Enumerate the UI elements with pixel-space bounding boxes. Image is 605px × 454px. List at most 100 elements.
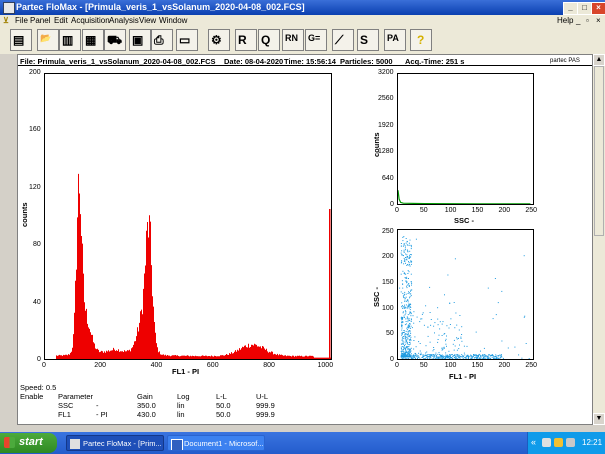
tray-expand-icon[interactable]: « [531, 437, 536, 447]
scroll-thumb[interactable] [594, 66, 604, 236]
scatter-x-label: FL1 - PI [449, 372, 477, 381]
x-tick-label: 400 [150, 362, 163, 369]
y-tick-label: 80 [33, 241, 41, 249]
y-tick-label: 200 [29, 69, 41, 76]
x-tick-label: 200 [498, 362, 511, 369]
y-tick-label: 150 [382, 278, 394, 286]
print-button[interactable]: ⎙ [151, 29, 173, 51]
region-rn-icon: RN [285, 33, 298, 43]
taskbar: start Partec FloMax - [Prim... Document1… [0, 432, 605, 454]
param-fl1-ll: 50.0 [216, 410, 231, 419]
task-flomax-label: Partec FloMax - [Prim... [83, 439, 162, 448]
x-tick-label: 250 [525, 362, 537, 369]
open-file-icon: 📂 [40, 33, 52, 43]
mdi-restore-button[interactable]: ▫ [586, 16, 589, 25]
print-setup-button[interactable]: ▤ [10, 29, 32, 51]
print-setup-icon: ▤ [13, 33, 25, 47]
y-tick-label: 250 [382, 227, 394, 235]
region-r-button[interactable]: R [235, 29, 257, 51]
open-batch-button[interactable]: ▦ [82, 29, 104, 51]
menu-analysis[interactable]: Analysis [109, 16, 139, 25]
ploidy-analysis-button[interactable]: PA [384, 29, 406, 51]
open-batch-icon: ▦ [85, 33, 97, 47]
instrument-settings-button[interactable]: ⚙ [208, 29, 230, 51]
menu-edit[interactable]: Edit [54, 16, 68, 25]
mdi-close-button[interactable]: × [596, 16, 601, 25]
ploidy-analysis-icon: PA [387, 33, 399, 43]
param-fl1-ul: 999.9 [256, 410, 275, 419]
param-ssc-suffix: - [96, 401, 99, 410]
minimize-button[interactable]: _ [563, 2, 578, 15]
fl1-histogram-plot[interactable] [44, 73, 332, 360]
x-tick-label: 150 [471, 362, 484, 369]
y-tick-label: 0 [37, 356, 41, 363]
statistics-icon: S [360, 33, 369, 47]
close-button[interactable]: × [591, 2, 605, 15]
scroll-up-button[interactable]: ▲ [593, 54, 605, 66]
peak-analysis-icon: ⟋ [335, 33, 344, 47]
x-tick-label: 100 [444, 207, 457, 214]
x-tick-label: 0 [395, 207, 399, 214]
menu-panel[interactable]: Panel [30, 16, 50, 25]
histogram-y-label: counts [20, 202, 29, 227]
vertical-scrollbar[interactable]: ▲ ▼ [593, 54, 605, 425]
x-tick-label: 200 [94, 362, 106, 369]
maximize-button[interactable]: □ [577, 2, 592, 15]
y-tick-label: 3200 [378, 69, 394, 76]
tray-security-icon[interactable] [554, 438, 563, 447]
x-tick-label: 150 [471, 207, 484, 214]
start-label: start [19, 436, 43, 448]
help-icon: ? [417, 33, 425, 47]
y-tick-label: 40 [33, 298, 41, 306]
param-header-ll: L-L [216, 392, 227, 401]
ssc-histogram-plot[interactable] [397, 73, 534, 205]
histogram-bars [45, 173, 331, 359]
tray-volume-icon[interactable] [566, 438, 575, 447]
y-tick-label: 100 [382, 304, 394, 312]
menu-window[interactable]: Window [159, 16, 187, 25]
param-ssc-gain: 350.0 [137, 401, 156, 410]
acquire-button[interactable]: ⛟ [104, 29, 126, 51]
scatter-svg [399, 236, 530, 360]
scroll-down-button[interactable]: ▼ [593, 413, 605, 425]
ssc-vs-fl1-scatter-plot[interactable] [397, 229, 534, 360]
open-multi-button[interactable]: ▥ [59, 29, 81, 51]
menu-bar: ⊻ File Panel Edit Acquisition Analysis V… [0, 15, 605, 27]
param-header-enable: Enable [20, 392, 44, 401]
document-icon[interactable]: ⊻ [3, 16, 9, 25]
param-fl1-name: FL1 [58, 410, 71, 419]
save-button[interactable]: ▣ [129, 29, 151, 51]
print-preview-icon: ▭ [179, 33, 191, 47]
save-icon: ▣ [132, 33, 144, 47]
histogram-svg [45, 173, 331, 359]
param-header-ul: U-L [256, 392, 269, 401]
tray-network-icon[interactable] [542, 438, 551, 447]
y-tick-label: 640 [382, 174, 394, 182]
statistics-button[interactable]: S [357, 29, 379, 51]
help-button[interactable]: ? [410, 29, 432, 51]
acquire-icon: ⛟ [107, 33, 123, 47]
header-divider [18, 65, 592, 66]
print-preview-button[interactable]: ▭ [176, 29, 198, 51]
mdi-minimize-button[interactable]: _ [576, 16, 580, 25]
menu-acquisition[interactable]: Acquisition [71, 16, 110, 25]
task-word-document[interactable]: Document1 - Microsof... [167, 435, 265, 451]
x-tick-label: 100 [444, 362, 457, 369]
open-multi-icon: ▥ [62, 33, 74, 47]
param-ssc-name: SSC [58, 401, 74, 410]
task-word-label: Document1 - Microsof... [184, 439, 264, 448]
x-tick-label: 800 [263, 362, 275, 369]
menu-file[interactable]: File [15, 16, 28, 25]
menu-help[interactable]: Help [557, 16, 573, 25]
region-q-button[interactable]: Q [258, 29, 280, 51]
scatter-points [399, 236, 530, 360]
task-flomax[interactable]: Partec FloMax - [Prim... [66, 435, 164, 451]
peak-analysis-button[interactable]: ⟋ [332, 29, 354, 51]
ssc-histogram-x-label: SSC - [454, 216, 475, 225]
start-button[interactable]: start [0, 433, 57, 453]
menu-view[interactable]: View [139, 16, 156, 25]
open-file-button[interactable]: 📂 [37, 29, 59, 51]
region-rn-button[interactable]: RN [282, 29, 304, 51]
gate-button[interactable]: G= [305, 29, 327, 51]
x-tick-label: 0 [395, 362, 399, 369]
